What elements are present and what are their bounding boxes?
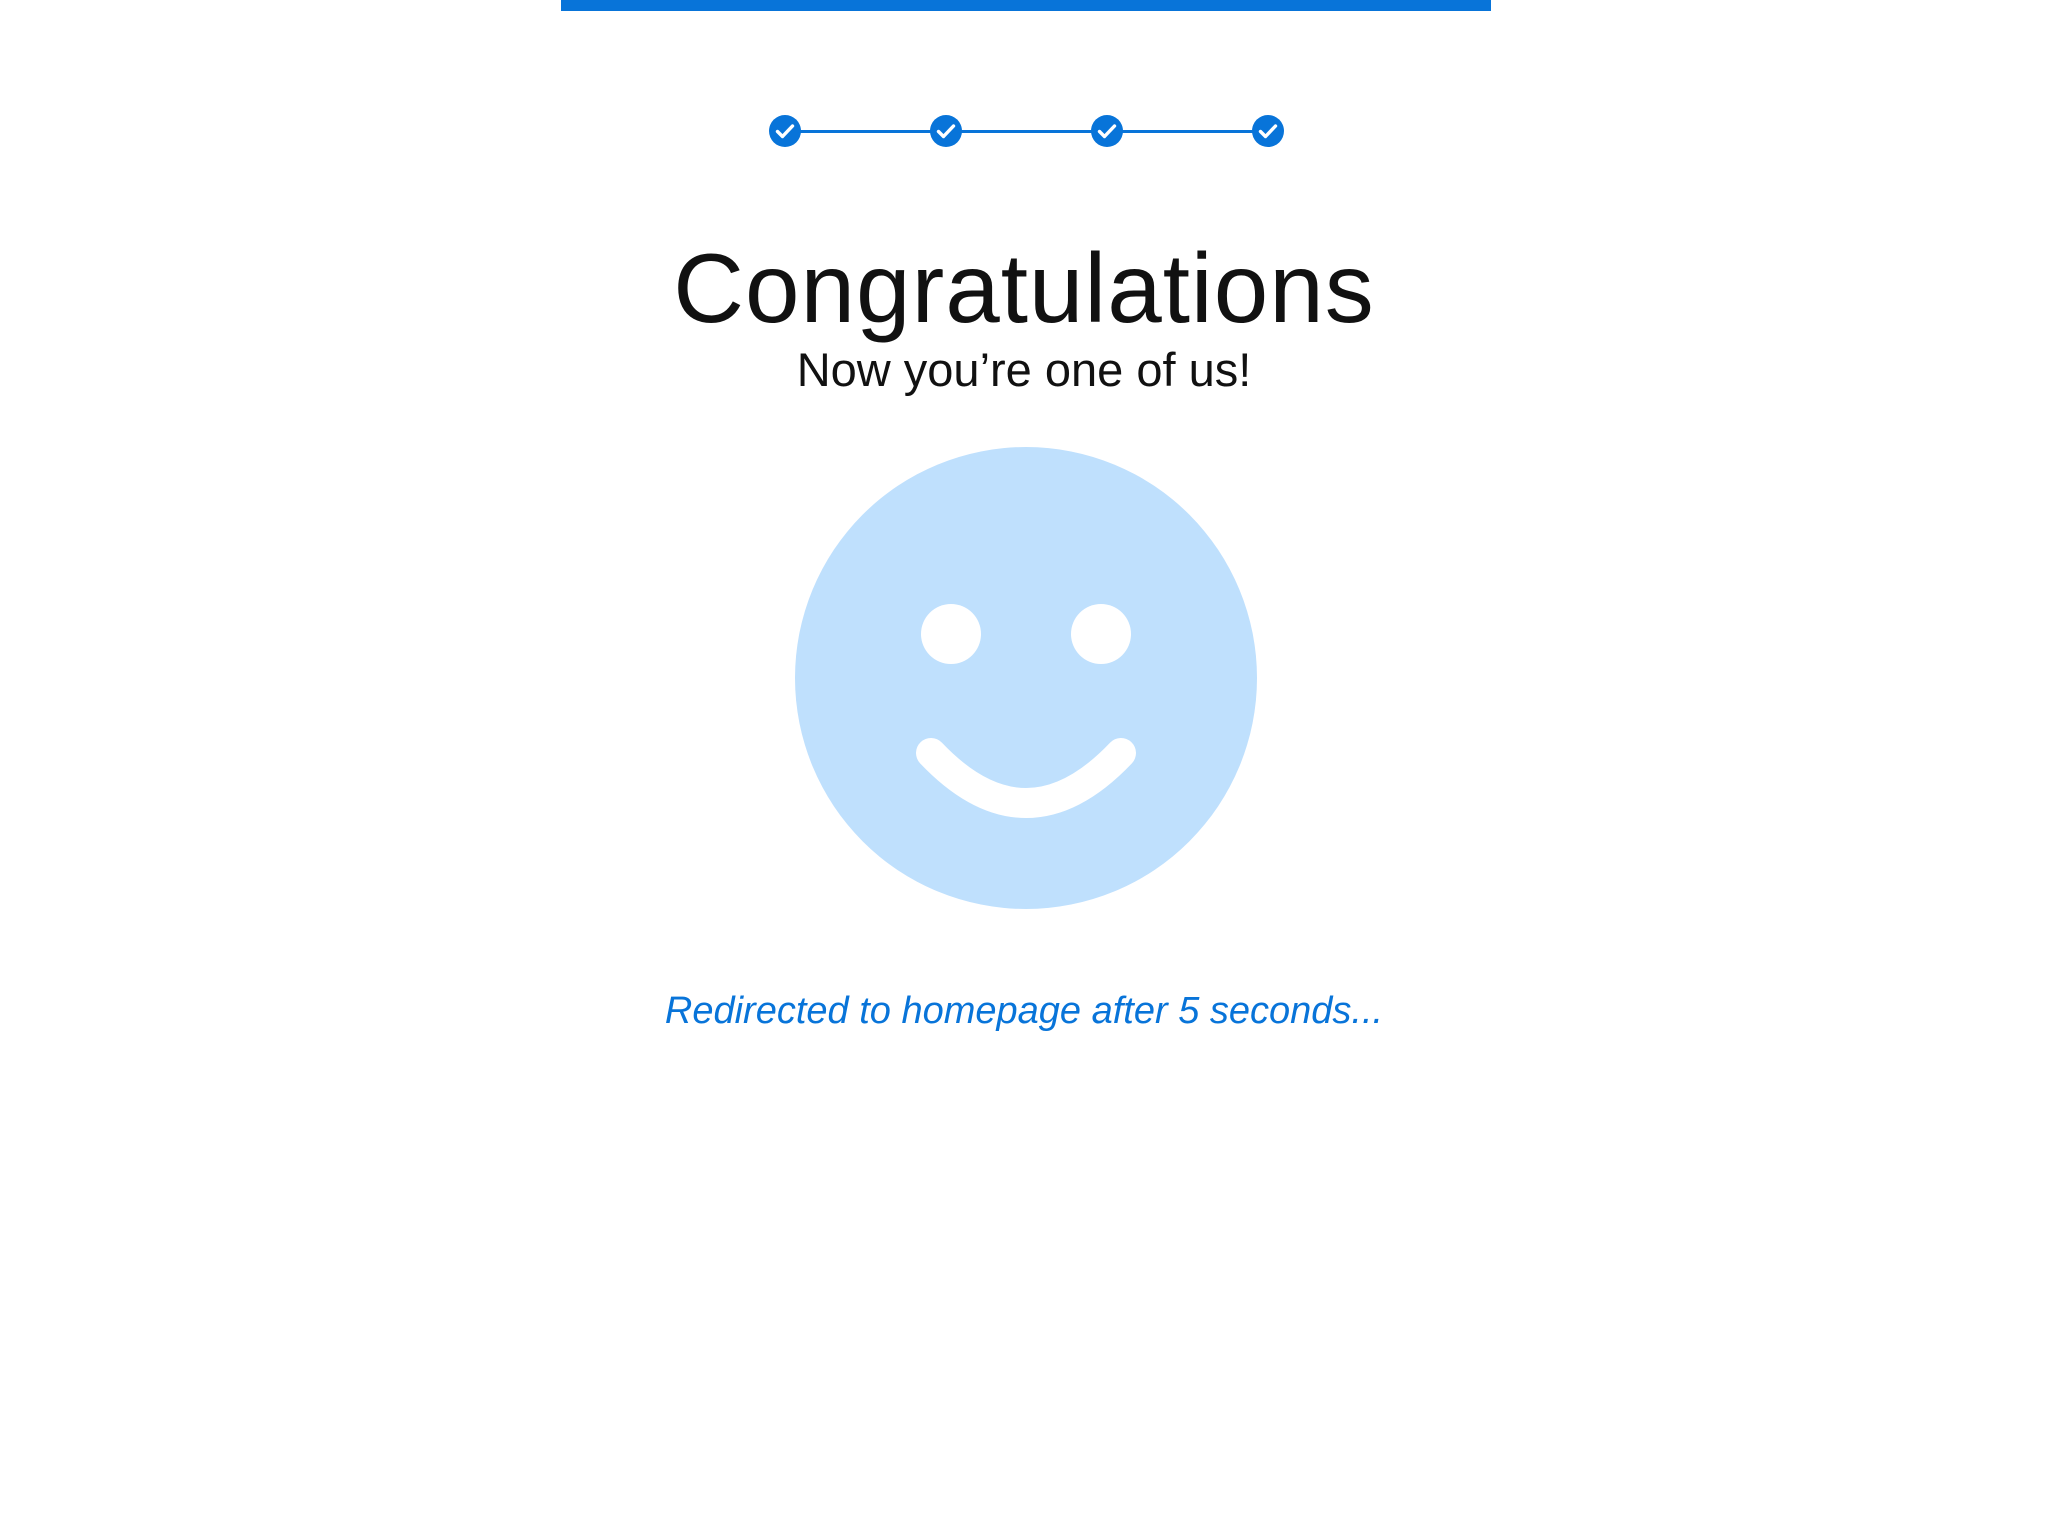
step-3-complete-icon — [1090, 114, 1124, 148]
page-title: Congratulations — [673, 233, 1375, 343]
stepper-connector-line — [785, 129, 1268, 133]
step-2-complete-icon — [929, 114, 963, 148]
top-accent-bar — [561, 0, 1491, 11]
redirect-message: Redirected to homepage after 5 seconds..… — [664, 990, 1384, 1032]
step-4-complete-icon — [1251, 114, 1285, 148]
progress-stepper — [768, 114, 1285, 148]
step-1-complete-icon — [768, 114, 802, 148]
smiley-face-icon — [795, 447, 1257, 909]
page-subtitle: Now you’re one of us! — [796, 343, 1252, 396]
